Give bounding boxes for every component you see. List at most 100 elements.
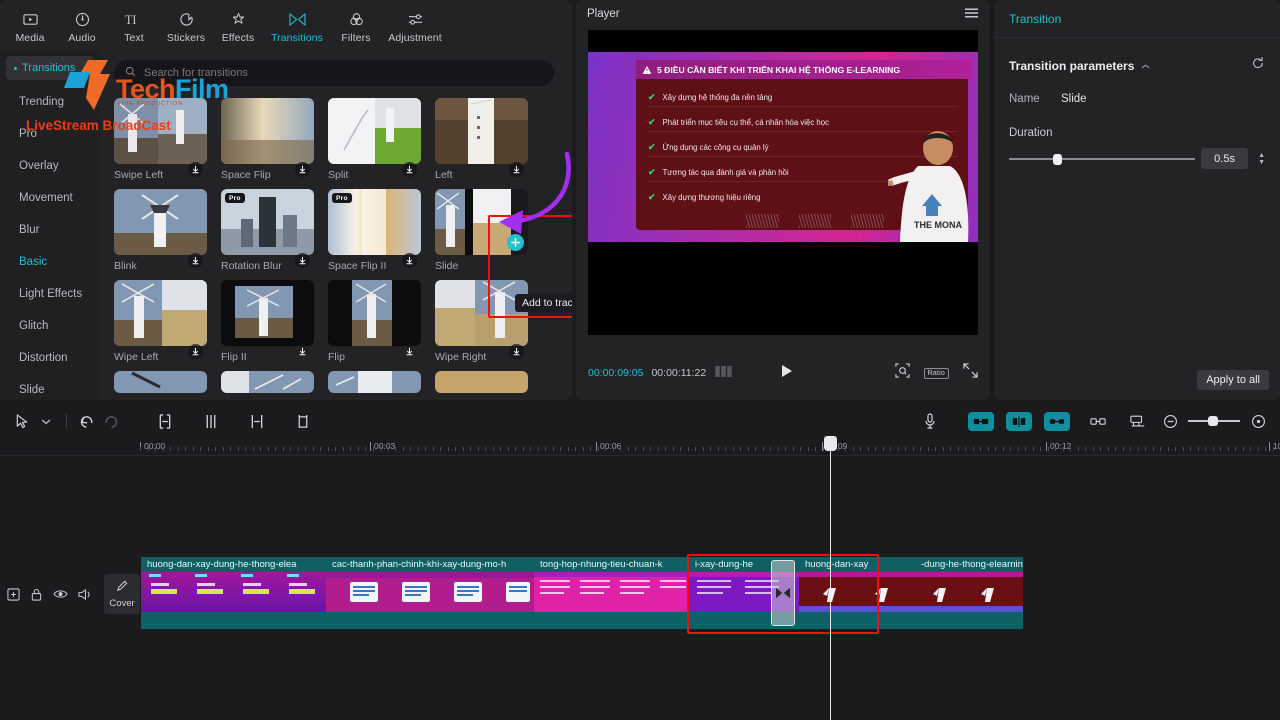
trim-end-icon[interactable] <box>245 409 269 433</box>
tab-text[interactable]: TI Text <box>108 7 160 44</box>
zoom-knob[interactable] <box>1208 416 1218 426</box>
zoom-out-icon[interactable] <box>1158 409 1182 433</box>
category-header[interactable]: Transitions <box>6 56 94 80</box>
mute-icon[interactable] <box>78 588 92 601</box>
chevron-up-icon[interactable] <box>1141 59 1150 73</box>
download-icon[interactable] <box>402 253 417 268</box>
sidebar-item-overlay[interactable]: Overlay <box>0 150 100 182</box>
video-stage[interactable]: 5 ĐIỀU CẦN BIẾT KHI TRIỂN KHAI HỆ THỐNG … <box>588 30 978 335</box>
crop-icon[interactable] <box>291 409 315 433</box>
tool-dropdown-icon[interactable] <box>34 409 58 433</box>
transition-card-partial[interactable] <box>435 371 528 393</box>
duration-stepper[interactable]: ▲ ▼ <box>1258 152 1265 166</box>
select-tool-icon[interactable] <box>10 409 34 433</box>
download-icon[interactable] <box>509 162 524 177</box>
sidebar-item-trending[interactable]: Trending <box>0 86 100 118</box>
link-clips-button[interactable] <box>1044 411 1070 431</box>
trim-start-icon[interactable] <box>153 409 177 433</box>
frames-icon[interactable] <box>715 364 732 382</box>
transition-card-rotation-blur[interactable]: Pro Rotation Blur <box>221 189 314 272</box>
stepper-up-icon[interactable]: ▲ <box>1258 152 1265 159</box>
tab-effects[interactable]: Effects <box>212 7 264 44</box>
tab-adjustment[interactable]: Adjustment <box>382 7 448 44</box>
sidebar-item-light-effects[interactable]: Light Effects <box>0 278 100 310</box>
mix-audio-button[interactable] <box>968 411 994 431</box>
ruler-tick <box>1190 447 1191 451</box>
duration-slider[interactable] <box>1009 152 1195 166</box>
apply-to-all-button[interactable]: Apply to all <box>1197 370 1269 390</box>
timeline-ruler[interactable]: 00:00 00:03 00:06 00:09 00:12 10 <box>0 438 1280 456</box>
ratio-button[interactable]: Ratio <box>923 367 949 379</box>
transition-card-left[interactable]: Left <box>435 98 528 181</box>
transition-card-flip[interactable]: Flip <box>328 280 421 363</box>
freeze-frame-icon[interactable] <box>1086 409 1110 433</box>
transition-card-wipe-right[interactable]: Wipe Right <box>435 280 528 363</box>
auto-transition-button[interactable] <box>1006 411 1032 431</box>
redo-icon[interactable] <box>99 409 123 433</box>
fullscreen-icon[interactable] <box>963 363 978 383</box>
transition-card-space-flip[interactable]: Space Flip <box>221 98 314 181</box>
section-title-row[interactable]: Transition parameters <box>1009 59 1150 73</box>
markers-icon[interactable] <box>1126 409 1150 433</box>
transition-thumbnail <box>328 280 421 346</box>
tab-audio[interactable]: Audio <box>56 7 108 44</box>
duration-input[interactable]: 0.5s <box>1201 148 1249 169</box>
eye-icon[interactable] <box>53 588 68 600</box>
playhead-handle[interactable] <box>824 436 837 451</box>
download-icon[interactable] <box>295 253 310 268</box>
timeline-clip[interactable]: cac-thanh-phan-chinh-khi-xay-dung-mo-h <box>326 557 534 629</box>
download-icon[interactable] <box>295 344 310 359</box>
stepper-down-icon[interactable]: ▼ <box>1258 159 1265 166</box>
download-icon[interactable] <box>188 162 203 177</box>
zoom-in-icon[interactable] <box>1246 409 1270 433</box>
transition-card-partial[interactable] <box>328 371 421 393</box>
download-icon[interactable] <box>402 344 417 359</box>
download-icon[interactable] <box>188 253 203 268</box>
sidebar-item-glitch[interactable]: Glitch <box>0 310 100 342</box>
sidebar-item-basic[interactable]: Basic <box>0 246 100 278</box>
cover-button[interactable]: Cover <box>104 574 140 614</box>
search-input[interactable]: Search for transitions <box>114 60 554 86</box>
transition-card-partial[interactable] <box>114 371 207 393</box>
sidebar-item-movement[interactable]: Movement <box>0 182 100 214</box>
transition-marker-icon[interactable] <box>771 560 795 626</box>
timeline-clip[interactable]: tong-hop-nhung-tieu-chuan-k <box>534 557 689 629</box>
sidebar-item-pro[interactable]: Pro <box>0 118 100 150</box>
download-icon[interactable] <box>188 344 203 359</box>
player-menu-icon[interactable] <box>964 7 979 22</box>
transition-card-slide[interactable]: Slide <box>435 189 528 272</box>
download-icon[interactable] <box>509 344 524 359</box>
split-icon[interactable] <box>199 409 223 433</box>
lock-icon[interactable] <box>30 588 43 601</box>
zoom-slider[interactable] <box>1188 414 1240 428</box>
timeline-clip[interactable]: -dung-he-thong-elearning-ch <box>915 557 1023 629</box>
snapshot-icon[interactable] <box>895 363 910 383</box>
sidebar-item-blur[interactable]: Blur <box>0 214 100 246</box>
undo-icon[interactable] <box>75 409 99 433</box>
ruler-tick <box>912 447 914 451</box>
add-to-track-button[interactable] <box>507 234 524 251</box>
transition-card-split[interactable]: Split <box>328 98 421 181</box>
microphone-icon[interactable] <box>918 409 942 433</box>
tab-media[interactable]: Media <box>4 7 56 44</box>
download-icon[interactable] <box>295 162 310 177</box>
slider-knob[interactable] <box>1053 153 1062 165</box>
download-icon[interactable] <box>402 162 417 177</box>
inspector-tab-transition[interactable]: Transition <box>994 0 1280 38</box>
tab-stickers[interactable]: Stickers <box>160 7 212 44</box>
transition-card-flip-ii[interactable]: Flip II <box>221 280 314 363</box>
timeline-clip[interactable]: huong-dan-xay <box>799 557 915 629</box>
transition-card-space-flip-ii[interactable]: Pro Space Flip II <box>328 189 421 272</box>
tab-transitions[interactable]: Transitions <box>264 7 330 44</box>
transition-card-partial[interactable] <box>221 371 314 393</box>
add-track-icon[interactable] <box>7 587 20 601</box>
sidebar-item-slide[interactable]: Slide <box>0 374 100 400</box>
transition-card-wipe-left[interactable]: Wipe Left <box>114 280 207 363</box>
transition-card-blink[interactable]: Blink <box>114 189 207 272</box>
play-button[interactable] <box>780 364 793 383</box>
transition-card-swipe-left[interactable]: Swipe Left <box>114 98 207 181</box>
sidebar-item-distortion[interactable]: Distortion <box>0 342 100 374</box>
tab-filters[interactable]: Filters <box>330 7 382 44</box>
timeline-clip[interactable]: huong-dan-xay-dung-he-thong-elea <box>141 557 326 629</box>
reset-icon[interactable] <box>1251 56 1265 75</box>
